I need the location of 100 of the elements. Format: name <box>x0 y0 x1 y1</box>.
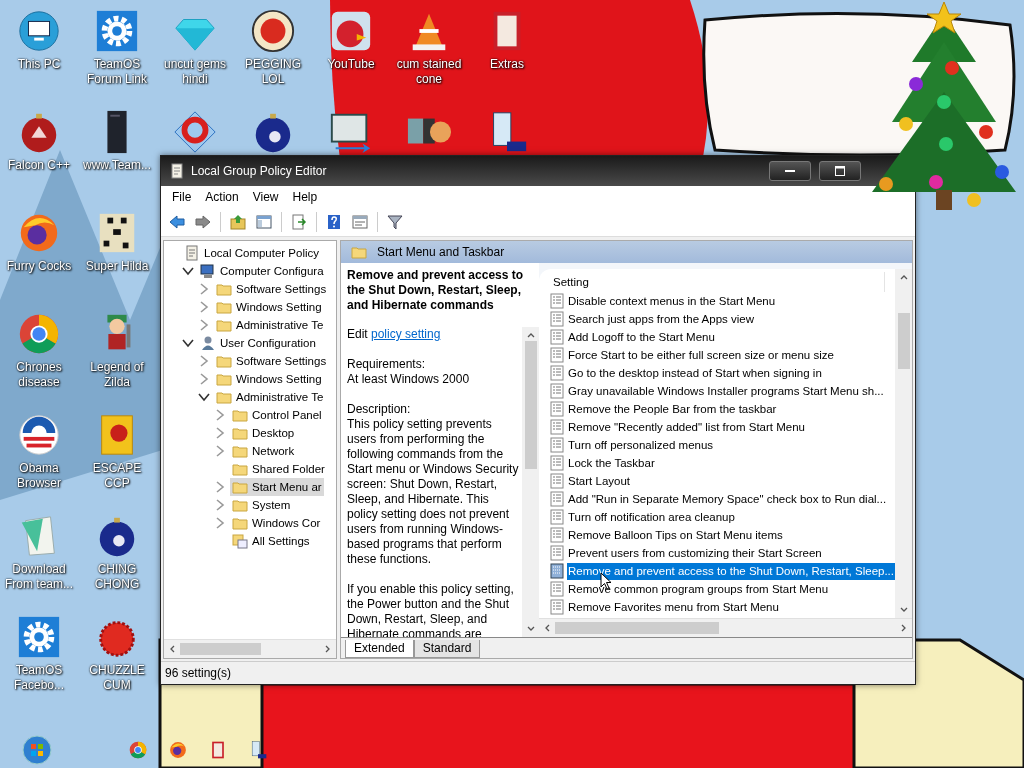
setting-icon <box>549 383 565 399</box>
setting-item[interactable]: Lock the Taskbar <box>567 454 895 472</box>
gear-icon[interactable] <box>16 614 62 660</box>
scroll-thumb[interactable] <box>180 643 262 655</box>
desktop-icon-label[interactable]: cum stained cone <box>391 57 467 87</box>
disc-icon[interactable] <box>250 8 296 54</box>
folder-icon <box>216 299 232 315</box>
setting-item[interactable]: Turn off notification area cleanup <box>567 508 895 526</box>
scroll-thumb[interactable] <box>897 313 910 369</box>
tab[interactable]: Standard <box>413 640 481 658</box>
tree-item[interactable]: Administrative Te <box>214 316 326 334</box>
chevron-icon[interactable] <box>182 265 194 277</box>
tree-item[interactable]: Administrative Te <box>214 388 326 406</box>
user-icon <box>200 335 216 351</box>
window-title: Local Group Policy Editor <box>191 164 327 178</box>
setting-icon <box>549 455 565 471</box>
setting-icon <box>549 437 565 453</box>
vertical-scrollbar[interactable] <box>522 327 539 637</box>
setting-item[interactable]: Remove common program groups from Start Menu <box>567 580 895 598</box>
gear-icon[interactable] <box>94 8 140 54</box>
setting-item[interactable]: Prevent users from customizing their Start Screen <box>567 544 895 562</box>
tree-item[interactable]: Start Menu ar <box>230 478 324 496</box>
menu-item[interactable]: Action <box>198 188 246 206</box>
description-text: This policy setting prevents users from performing the following commands from the Start menu or Windows Security screen: Shut Down, Restart, Sleep, and Hibernate. This policy setting does not prevent users from running Windows-based programs that perform these functions. <box>347 417 520 567</box>
menu-item[interactable]: File <box>165 188 199 206</box>
tree-item[interactable]: Windows Setting <box>214 298 324 316</box>
tree-item[interactable]: Windows Cor <box>230 514 323 532</box>
vertical-scrollbar[interactable] <box>895 269 912 618</box>
maximize-icon <box>834 165 846 177</box>
tree-item[interactable]: Shared Folder <box>230 460 327 478</box>
monitor-icon[interactable] <box>16 8 62 54</box>
folder-icon <box>232 443 248 459</box>
horizontal-scrollbar[interactable] <box>539 618 912 637</box>
menu-item[interactable]: Help <box>285 188 325 206</box>
tree-item[interactable]: Computer Configura <box>198 262 326 280</box>
setting-icon <box>549 293 565 309</box>
edit-line: Edit policy setting <box>347 327 442 342</box>
folder-icon <box>232 425 248 441</box>
maximize-button[interactable] <box>819 161 861 181</box>
setting-item[interactable]: Remove and prevent access to the Shut Down, Restart, Sleep... <box>567 562 895 580</box>
folder-icon <box>216 353 232 369</box>
scroll-icon <box>184 245 200 261</box>
panel-icon <box>255 213 273 231</box>
setting-item[interactable]: Remove Favorites menu from Start Menu <box>567 598 895 616</box>
chevron-icon[interactable] <box>182 337 194 349</box>
tree-item[interactable]: Windows Setting <box>214 370 324 388</box>
setting-item[interactable]: Force Start to be either full screen size or menu size <box>567 346 895 364</box>
policy-title: Remove and prevent access to the Shut Down, Restart, Sleep, and Hibernate commands <box>347 268 525 313</box>
setting-icon <box>549 509 565 525</box>
setting-item[interactable]: Go to the desktop instead of Start when signing in <box>567 364 895 382</box>
minimize-icon <box>785 170 795 172</box>
tree-item[interactable]: Software Settings <box>214 352 329 370</box>
setting-item[interactable]: Disable context menus in the Start Menu <box>567 292 895 310</box>
column-header[interactable]: Setting <box>549 272 885 292</box>
tree-item[interactable]: Desktop <box>230 424 297 442</box>
folder-icon <box>232 407 248 423</box>
setting-icon <box>549 311 565 327</box>
setting-item[interactable]: Search just apps from the Apps view <box>567 310 895 328</box>
setting-item[interactable]: Add Logoff to the Start Menu <box>567 328 895 346</box>
setting-item[interactable]: Gray unavailable Windows Installer programs Start Menu sh... <box>567 382 895 400</box>
filter-icon <box>386 213 404 231</box>
setting-item[interactable]: Remove the People Bar from the taskbar <box>567 400 895 418</box>
desktop-icon-label[interactable]: Extras <box>490 57 524 72</box>
tree-item[interactable]: Control Panel <box>230 406 324 424</box>
computer-icon <box>200 263 216 279</box>
properties-icon <box>351 213 369 231</box>
horizontal-scrollbar[interactable] <box>164 639 336 658</box>
setting-item[interactable]: Add "Run in Separate Memory Space" check box to Run dial... <box>567 490 895 508</box>
setting-icon <box>549 545 565 561</box>
menu-item[interactable]: View <box>245 188 286 206</box>
requirements-label: Requirements: <box>347 357 427 372</box>
start-button[interactable] <box>20 733 54 767</box>
tree-item[interactable]: Local Computer Policy <box>182 244 322 262</box>
setting-item[interactable]: Remove Balloon Tips on Start Menu items <box>567 526 895 544</box>
tree-item[interactable]: All Settings <box>230 532 312 550</box>
folder-icon <box>216 389 232 405</box>
scroll-thumb[interactable] <box>555 622 719 634</box>
folder-icon <box>351 244 367 260</box>
swirl-icon[interactable] <box>172 109 218 155</box>
setting-icon <box>549 365 565 381</box>
scroll-thumb[interactable] <box>524 341 537 469</box>
tab[interactable]: Extended <box>345 640 414 658</box>
emblem-icon[interactable] <box>16 412 62 458</box>
setting-item[interactable]: Start Layout <box>567 472 895 490</box>
setting-item[interactable]: Turn off personalized menus <box>567 436 895 454</box>
description-label: Description: <box>347 402 412 417</box>
windows-logo-icon <box>22 735 52 765</box>
policy-setting-link[interactable]: policy setting <box>371 327 441 341</box>
tree-item[interactable]: Software Settings <box>214 280 329 298</box>
setting-icon <box>549 527 565 543</box>
circle-logo-icon <box>128 740 148 760</box>
setting-icon <box>549 329 565 345</box>
tree-item[interactable]: System <box>230 496 293 514</box>
setting-icon <box>549 563 565 579</box>
setting-icon <box>549 581 565 597</box>
tree-item[interactable]: Network <box>230 442 297 460</box>
minimize-button[interactable] <box>769 161 811 181</box>
chevron-icon[interactable] <box>198 391 210 403</box>
tree-item[interactable]: User Configuration <box>198 334 318 352</box>
setting-item[interactable]: Remove "Recently added" list from Start Menu <box>567 418 895 436</box>
